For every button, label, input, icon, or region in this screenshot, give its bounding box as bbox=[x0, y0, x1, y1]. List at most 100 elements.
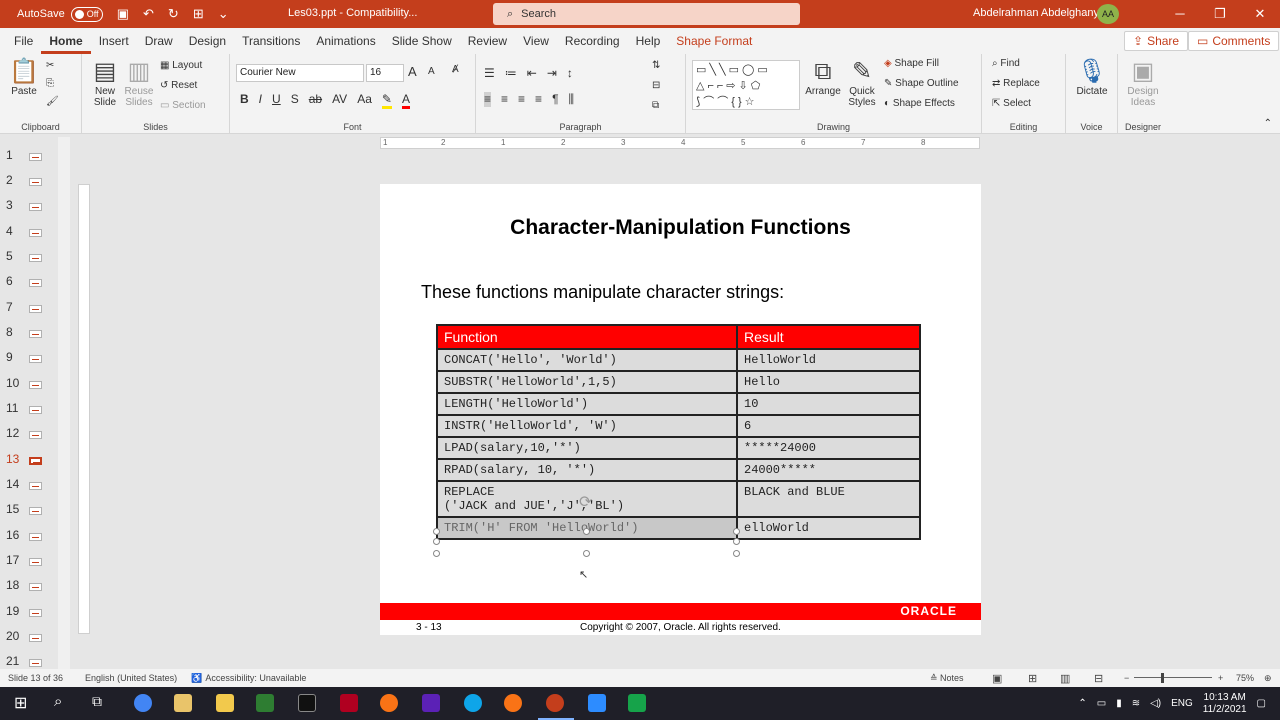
table-cell[interactable]: SUBSTR('HelloWorld',1,5) bbox=[436, 370, 738, 394]
tab-draw[interactable]: Draw bbox=[137, 28, 181, 54]
font-color-icon[interactable]: A bbox=[401, 92, 410, 109]
select-button[interactable]: ⇱ Select bbox=[992, 98, 1031, 109]
table-cell[interactable]: RPAD(salary, 10, '*') bbox=[436, 458, 738, 482]
char-spacing-icon[interactable]: AV bbox=[332, 92, 347, 109]
restore-icon[interactable]: ❐ bbox=[1200, 0, 1240, 28]
tab-insert[interactable]: Insert bbox=[91, 28, 137, 54]
table-cell[interactable]: BLACK and BLUE bbox=[736, 480, 921, 518]
tab-recording[interactable]: Recording bbox=[557, 28, 628, 54]
smartart-icon[interactable]: ⧉ bbox=[652, 100, 659, 111]
shape-outline-button[interactable]: ✎ Shape Outline bbox=[884, 78, 959, 89]
slide-subtitle[interactable]: These functions manipulate character str… bbox=[421, 282, 784, 303]
align-right-icon[interactable]: ≡ bbox=[518, 92, 525, 107]
font-name-box[interactable]: Courier New bbox=[236, 64, 364, 82]
reading-view-icon[interactable]: ▥ bbox=[1060, 672, 1070, 685]
shapes-gallery[interactable]: ▭╲╲▭◯▭ △⌐⌐⇨⇩⬠ ⟆⌒⌒{}☆ bbox=[692, 60, 800, 110]
functions-table[interactable]: Function Result CONCAT('Hello', 'World')… bbox=[436, 324, 921, 540]
paste-button[interactable]: 📋 Paste bbox=[8, 58, 40, 97]
clock[interactable]: 10:13 AM 11/2/2021 bbox=[1203, 692, 1247, 716]
intellij-icon[interactable] bbox=[422, 694, 440, 712]
tab-animations[interactable]: Animations bbox=[308, 28, 383, 54]
table-cell[interactable]: elloWorld bbox=[736, 516, 921, 540]
slideshow-view-icon[interactable]: ⊟ bbox=[1094, 672, 1103, 685]
numbering-icon[interactable]: ≔ bbox=[505, 66, 517, 80]
align-center-icon[interactable]: ≡ bbox=[501, 92, 508, 107]
increase-font-icon[interactable]: A bbox=[408, 64, 417, 79]
design-ideas-button[interactable]: ▣ Design Ideas bbox=[1122, 58, 1164, 108]
line-spacing-icon[interactable]: ↕ bbox=[567, 66, 573, 80]
task-view-icon[interactable]: ⧉ bbox=[92, 693, 102, 710]
text-direction-icon[interactable]: ¶ bbox=[552, 92, 558, 107]
network-app-icon[interactable] bbox=[464, 694, 482, 712]
windows-start-icon[interactable]: ⊞ bbox=[14, 693, 27, 713]
slide-sorter-icon[interactable]: ⊞ bbox=[1028, 672, 1037, 685]
zoom-level[interactable]: 75% bbox=[1236, 673, 1254, 683]
table-header[interactable]: Function bbox=[436, 324, 738, 350]
replace-button[interactable]: ⇄ Replace bbox=[992, 78, 1040, 89]
tray-chevron-icon[interactable]: ⌃ bbox=[1078, 698, 1086, 709]
undo-icon[interactable]: ↶ bbox=[143, 6, 154, 22]
tab-review[interactable]: Review bbox=[460, 28, 515, 54]
justify-icon[interactable]: ≡ bbox=[535, 92, 542, 107]
tab-design[interactable]: Design bbox=[181, 28, 234, 54]
taskbar-search-icon[interactable]: ⌕ bbox=[54, 693, 62, 710]
present-icon[interactable]: ⊞ bbox=[193, 6, 204, 22]
zoom-out-icon[interactable]: − bbox=[1124, 673, 1129, 683]
slide-canvas[interactable]: Character-Manipulation Functions These f… bbox=[380, 184, 981, 635]
normal-view-icon[interactable]: ▣ bbox=[992, 672, 1002, 685]
tray-app-icon[interactable]: ▭ bbox=[1097, 698, 1106, 709]
autosave-toggle[interactable]: Off bbox=[70, 6, 103, 22]
align-left-icon[interactable]: ≡ bbox=[484, 92, 492, 107]
clear-format-icon[interactable]: Ⱥ bbox=[452, 64, 459, 75]
media-player-icon[interactable] bbox=[174, 694, 192, 712]
chrome-icon[interactable] bbox=[134, 694, 152, 712]
find-button[interactable]: ⌕ Find bbox=[992, 58, 1020, 69]
selection-handle[interactable] bbox=[433, 550, 440, 557]
sublime-icon[interactable] bbox=[380, 694, 398, 712]
sql-developer-icon[interactable] bbox=[340, 694, 358, 712]
selection-handle[interactable] bbox=[733, 538, 740, 545]
keyboard-language[interactable]: ENG bbox=[1171, 698, 1193, 709]
selection-handle[interactable] bbox=[733, 550, 740, 557]
arrange-button[interactable]: ⧉ Arrange bbox=[804, 58, 842, 97]
table-cell[interactable]: Hello bbox=[736, 370, 921, 394]
tab-home[interactable]: Home bbox=[41, 28, 91, 54]
tab-file[interactable]: File bbox=[6, 28, 41, 54]
editor-scrollbar[interactable] bbox=[1266, 137, 1280, 669]
tab-transitions[interactable]: Transitions bbox=[234, 28, 308, 54]
user-name[interactable]: Abdelrahman Abdelghany bbox=[973, 7, 1099, 19]
minimize-icon[interactable]: ─ bbox=[1160, 0, 1200, 28]
accessibility-status[interactable]: Accessibility: Unavailable bbox=[205, 673, 306, 683]
avatar[interactable]: AA bbox=[1097, 4, 1119, 24]
powerpoint-icon[interactable] bbox=[546, 694, 564, 712]
zoom-app-icon[interactable] bbox=[588, 694, 606, 712]
selection-handle[interactable] bbox=[433, 528, 440, 535]
table-cell[interactable]: CONCAT('Hello', 'World') bbox=[436, 348, 738, 372]
tab-shape-format[interactable]: Shape Format bbox=[668, 28, 760, 54]
dictate-button[interactable]: 🎙 Dictate bbox=[1072, 58, 1112, 97]
redo-icon[interactable]: ↻ bbox=[168, 6, 179, 22]
zoom-slider-thumb[interactable] bbox=[1161, 673, 1164, 683]
selection-handle[interactable] bbox=[733, 528, 740, 535]
shape-effects-button[interactable]: ◐ Shape Effects bbox=[884, 98, 955, 109]
notifications-icon[interactable]: ▢ bbox=[1257, 698, 1266, 709]
language-indicator[interactable]: English (United States) bbox=[85, 673, 177, 683]
cut-icon[interactable]: ✂ bbox=[46, 60, 54, 71]
close-icon[interactable]: ✕ bbox=[1240, 0, 1280, 28]
tab-view[interactable]: View bbox=[515, 28, 557, 54]
slide-title[interactable]: Character-Manipulation Functions bbox=[380, 216, 981, 240]
terminal-icon[interactable] bbox=[298, 694, 316, 712]
file-explorer-icon[interactable] bbox=[216, 694, 234, 712]
quick-styles-button[interactable]: ✎ Quick Styles bbox=[844, 58, 880, 108]
underline-icon[interactable]: U bbox=[272, 92, 281, 109]
wifi-icon[interactable]: ≋ bbox=[1132, 698, 1140, 709]
horizontal-ruler[interactable]: 1 2 1 2 3 4 5 6 7 8 bbox=[380, 137, 980, 149]
change-case-icon[interactable]: Aa bbox=[357, 92, 372, 109]
table-cell[interactable]: HelloWorld bbox=[736, 348, 921, 372]
copy-icon[interactable]: ⎘ bbox=[46, 78, 54, 89]
tab-slide-show[interactable]: Slide Show bbox=[384, 28, 460, 54]
increase-indent-icon[interactable]: ⇥ bbox=[547, 66, 557, 80]
rotate-handle-icon[interactable]: ⟳ bbox=[579, 492, 592, 512]
volume-icon[interactable]: ◁) bbox=[1150, 698, 1161, 709]
spreadsheet-icon[interactable] bbox=[628, 694, 646, 712]
